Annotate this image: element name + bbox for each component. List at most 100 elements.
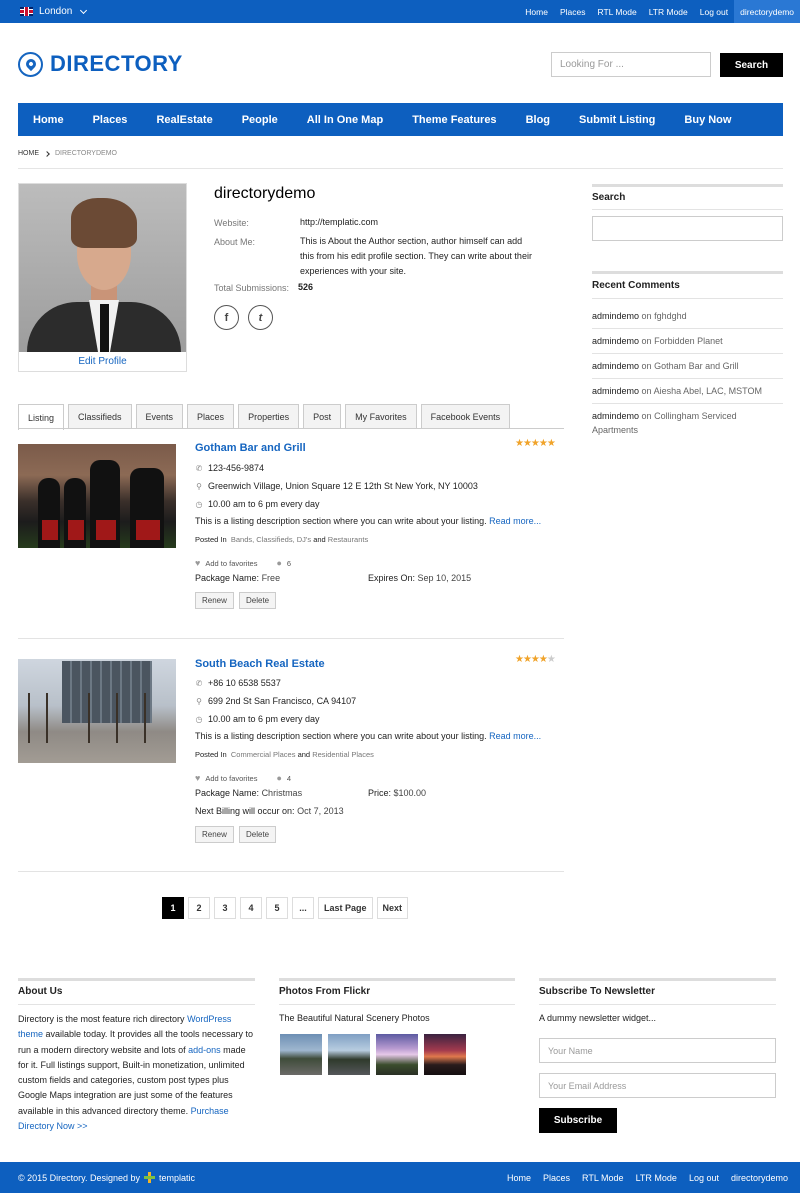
website-value[interactable]: http://templatic.com <box>300 215 532 230</box>
description-text: This is a listing description section wh… <box>195 516 487 526</box>
listing-actions: ♥ Add to favorites ● 6 <box>195 558 291 568</box>
renew-button[interactable]: Renew <box>195 826 234 843</box>
add-to-favorites-link[interactable]: Add to favorites <box>205 774 257 783</box>
category-link[interactable]: Commercial Places <box>231 750 296 759</box>
heart-icon[interactable]: ♥ <box>195 558 200 568</box>
read-more-link[interactable]: Read more... <box>489 516 541 526</box>
listing-title[interactable]: South Beach Real Estate <box>195 658 325 670</box>
footer-nav-places[interactable]: Places <box>543 1173 570 1183</box>
footer-nav-ltr[interactable]: LTR Mode <box>636 1173 677 1183</box>
flickr-photo[interactable] <box>424 1034 466 1075</box>
read-more-link[interactable]: Read more... <box>489 731 541 741</box>
about-us-text: Directory is the most feature rich direc… <box>18 1014 253 1132</box>
nav-blog[interactable]: Blog <box>526 103 550 136</box>
twitter-icon[interactable]: t <box>248 305 273 330</box>
subscribe-button[interactable]: Subscribe <box>539 1108 617 1133</box>
top-nav-logout[interactable]: Log out <box>694 0 734 23</box>
flickr-photo[interactable] <box>328 1034 370 1075</box>
nav-home[interactable]: Home <box>33 103 64 136</box>
tab-classifieds[interactable]: Classifieds <box>68 404 132 429</box>
comment-author[interactable]: admindemo <box>592 336 639 346</box>
comment-target-link[interactable]: Aiesha Abel, LAC, MSTOM <box>654 386 762 396</box>
newsletter-name-input[interactable]: Your Name <box>539 1038 776 1063</box>
listing-address: ⚲ 699 2nd St San Francisco, CA 94107 <box>195 696 356 706</box>
comment-author[interactable]: admindemo <box>592 311 639 321</box>
page-5[interactable]: 5 <box>266 897 288 919</box>
top-nav-rtl[interactable]: RTL Mode <box>591 0 642 23</box>
page-ellipsis: ... <box>292 897 314 919</box>
newsletter-email-input[interactable]: Your Email Address <box>539 1073 776 1098</box>
category-links[interactable]: Bands, Classifieds, DJ's <box>231 535 311 544</box>
flickr-photo[interactable] <box>376 1034 418 1075</box>
footer-nav-rtl[interactable]: RTL Mode <box>582 1173 624 1183</box>
page-3[interactable]: 3 <box>214 897 236 919</box>
comment-item: admindemo on Gotham Bar and Grill <box>592 361 739 371</box>
listing-thumbnail[interactable] <box>18 444 176 548</box>
top-nav-user[interactable]: directorydemo <box>734 0 800 23</box>
comment-count[interactable]: 4 <box>287 774 291 783</box>
category-link[interactable]: Restaurants <box>328 535 368 544</box>
tab-properties[interactable]: Properties <box>238 404 300 429</box>
nav-places[interactable]: Places <box>93 103 128 136</box>
facebook-icon[interactable]: f <box>214 305 239 330</box>
breadcrumb-home[interactable]: HOME <box>18 150 39 157</box>
location-pin-icon: ⚲ <box>196 481 202 491</box>
listing-tabs: Listing Classifieds Events Places Proper… <box>18 404 511 430</box>
header-search-button[interactable]: Search <box>720 53 783 77</box>
add-ons-link[interactable]: add-ons <box>188 1045 221 1055</box>
comment-author[interactable]: admindemo <box>592 386 639 396</box>
delete-button[interactable]: Delete <box>239 826 277 843</box>
package-info: Package Name: Free <box>195 573 281 583</box>
tab-events[interactable]: Events <box>135 404 184 429</box>
templatic-link[interactable]: templatic <box>159 1173 195 1183</box>
comment-target-link[interactable]: fghdghd <box>654 311 687 321</box>
tab-places[interactable]: Places <box>187 404 235 429</box>
flickr-photo[interactable] <box>280 1034 322 1075</box>
comment-target-link[interactable]: Forbidden Planet <box>654 336 723 346</box>
page-4[interactable]: 4 <box>240 897 262 919</box>
renew-button[interactable]: Renew <box>195 592 234 609</box>
avatar <box>19 184 186 352</box>
top-nav-home[interactable]: Home <box>519 0 554 23</box>
tab-my-favorites[interactable]: My Favorites <box>345 404 417 429</box>
divider <box>592 298 783 299</box>
top-nav-ltr[interactable]: LTR Mode <box>643 0 694 23</box>
add-to-favorites-link[interactable]: Add to favorites <box>205 559 257 568</box>
nav-theme-features[interactable]: Theme Features <box>412 103 496 136</box>
comment-author[interactable]: admindemo <box>592 361 639 371</box>
comment-target-link[interactable]: Gotham Bar and Grill <box>654 361 739 371</box>
sidebar-search-input[interactable] <box>592 216 783 241</box>
header-search-input[interactable]: Looking For ... <box>551 52 711 77</box>
nav-realestate[interactable]: RealEstate <box>156 103 212 136</box>
footer-nav-home[interactable]: Home <box>507 1173 531 1183</box>
top-nav-places[interactable]: Places <box>554 0 592 23</box>
delete-button[interactable]: Delete <box>239 592 277 609</box>
tab-post[interactable]: Post <box>303 404 342 429</box>
last-page-button[interactable]: Last Page <box>318 897 373 919</box>
main-nav: Home Places RealEstate People All In One… <box>18 103 783 136</box>
listing-thumbnail[interactable] <box>18 659 176 763</box>
nav-people[interactable]: People <box>242 103 278 136</box>
heart-icon[interactable]: ♥ <box>195 773 200 783</box>
next-page-button[interactable]: Next <box>376 897 409 919</box>
page-1[interactable]: 1 <box>162 897 184 919</box>
hours-text: 10.00 am to 6 pm every day <box>208 714 320 724</box>
comment-count[interactable]: 6 <box>287 559 291 568</box>
page-2[interactable]: 2 <box>188 897 210 919</box>
listing-title[interactable]: Gotham Bar and Grill <box>195 442 306 454</box>
nav-buy-now[interactable]: Buy Now <box>684 103 731 136</box>
footer-nav-user[interactable]: directorydemo <box>731 1173 788 1183</box>
widget-bar <box>592 271 783 274</box>
nav-submit-listing[interactable]: Submit Listing <box>579 103 655 136</box>
location-selector[interactable]: London <box>20 0 88 23</box>
comment-item: admindemo on Collingham Serviced Apartme… <box>592 411 737 435</box>
listing-hours: ◷ 10.00 am to 6 pm every day <box>195 714 320 724</box>
category-link[interactable]: Residential Places <box>312 750 374 759</box>
tab-listing[interactable]: Listing <box>18 404 65 430</box>
tab-facebook-events[interactable]: Facebook Events <box>420 404 511 429</box>
site-logo[interactable]: DIRECTORY <box>18 51 183 77</box>
nav-all-in-one-map[interactable]: All In One Map <box>307 103 383 136</box>
edit-profile-link[interactable]: Edit Profile <box>19 352 186 371</box>
footer-nav-logout[interactable]: Log out <box>689 1173 719 1183</box>
comment-author[interactable]: admindemo <box>592 411 639 421</box>
